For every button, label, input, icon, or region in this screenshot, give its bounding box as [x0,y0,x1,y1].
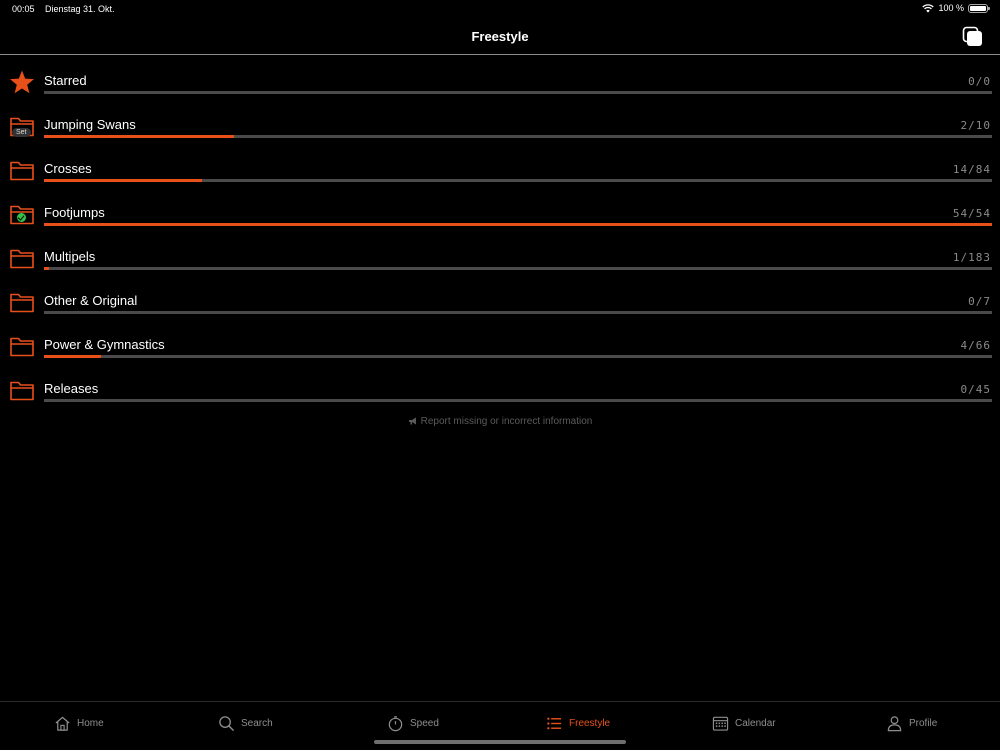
navigation-bar: Freestyle [0,18,1000,55]
report-link-label: Report missing or incorrect information [420,416,593,427]
category-count: 0/45 [960,383,991,396]
progress-bar [44,179,203,182]
status-right: 100 % [922,3,990,13]
category-list: Starred 0/0 Set Jumping Swans 2/10 Crosses 14/… [0,60,1000,412]
tab-calendar[interactable]: Calendar [712,712,776,734]
battery-percentage: 100 % [938,3,964,13]
wifi-icon [922,3,935,12]
category-count: 14/84 [952,163,991,176]
progress-track [44,223,992,226]
tab-label: Calendar [735,717,776,729]
category-row[interactable]: Crosses 14/84 [0,148,1000,192]
status-time: 00:05 [12,4,35,14]
tab-label: Profile [909,717,938,729]
tab-freestyle[interactable]: Freestyle [546,712,610,734]
folder-check-icon [8,200,36,228]
folder-icon [8,288,36,316]
category-row[interactable]: Footjumps 54/54 [0,192,1000,236]
search-icon [218,715,235,732]
set-badge: Set [12,128,31,137]
calendar-icon [712,715,729,732]
category-label: Footjumps [44,205,105,220]
report-link[interactable]: Report missing or incorrect information [0,416,1000,427]
battery-icon [968,3,990,13]
home-indicator [374,740,626,744]
progress-track [44,311,992,314]
copy-icon[interactable] [962,26,984,48]
progress-track [44,267,992,270]
progress-track [44,135,992,138]
star-icon [8,68,36,96]
progress-track [44,91,992,94]
progress-track [44,179,992,182]
progress-track [44,355,992,358]
tab-label: Home [77,717,104,729]
checkmark-icon [17,213,26,222]
status-bar: 00:05 Dienstag 31. Okt. 100 % [0,0,1000,18]
tab-label: Speed [410,717,439,729]
category-label: Jumping Swans [44,117,136,132]
category-label: Multipels [44,249,96,264]
category-row[interactable]: Releases 0/45 [0,368,1000,412]
progress-bar [44,355,102,358]
tab-profile[interactable]: Profile [886,712,937,734]
tab-label: Freestyle [569,717,611,729]
folder-icon [8,244,36,272]
tab-home[interactable]: Home [54,712,104,734]
category-label: Starred [44,73,87,88]
category-count: 4/66 [960,339,991,352]
category-count: 0/7 [968,295,991,308]
person-icon [886,715,903,732]
status-date: Dienstag 31. Okt. [45,4,115,14]
home-icon [54,715,71,732]
list-icon [546,715,563,732]
folder-icon: Set [8,112,36,140]
progress-bar [44,223,992,226]
screen: 00:05 Dienstag 31. Okt. 100 % Freestyle … [0,0,1000,750]
category-label: Crosses [44,161,92,176]
category-row[interactable]: Set Jumping Swans 2/10 [0,104,1000,148]
tab-search[interactable]: Search [218,712,273,734]
category-row[interactable]: Other & Original 0/7 [0,280,1000,324]
progress-bar [44,267,50,270]
progress-bar [44,135,234,138]
folder-icon [8,332,36,360]
folder-icon [8,156,36,184]
category-label: Other & Original [44,293,138,308]
category-row[interactable]: Power & Gymnastics 4/66 [0,324,1000,368]
folder-icon [8,376,36,404]
megaphone-icon [408,417,416,425]
category-count: 0/0 [968,75,991,88]
progress-track [44,399,992,402]
tab-speed[interactable]: Speed [387,712,439,734]
category-count: 54/54 [952,207,991,220]
category-row[interactable]: Multipels 1/183 [0,236,1000,280]
category-count: 1/183 [952,251,991,264]
tab-label: Search [241,717,273,729]
page-title: Freestyle [471,29,529,44]
stopwatch-icon [387,715,404,732]
category-row[interactable]: Starred 0/0 [0,60,1000,104]
category-label: Releases [44,381,99,396]
category-count: 2/10 [960,119,991,132]
category-label: Power & Gymnastics [44,337,165,352]
